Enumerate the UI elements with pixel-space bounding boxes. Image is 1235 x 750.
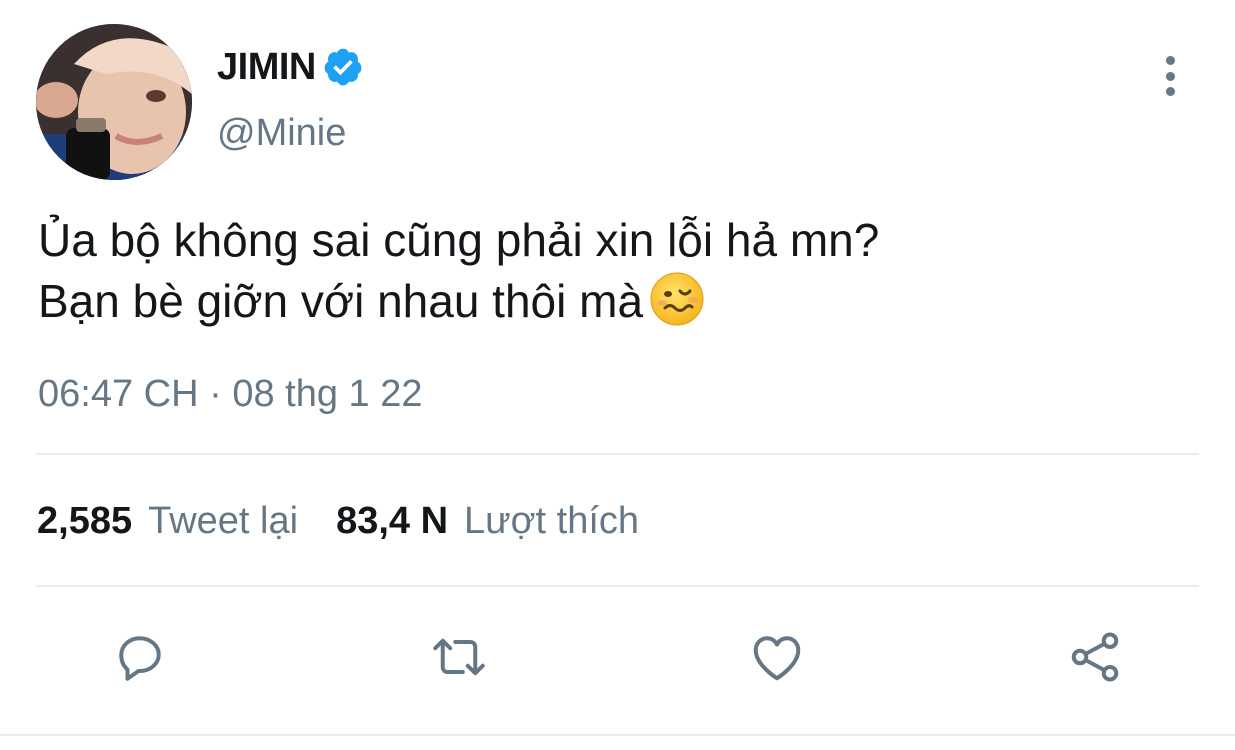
avatar[interactable] xyxy=(36,24,192,180)
retweets-count: 2,585 xyxy=(37,500,133,542)
divider xyxy=(36,585,1199,587)
tweet-text-line: Ủa bộ không sai cũng phải xin lỗi hả mn? xyxy=(38,214,880,266)
tweet-text-line-2: Bạn bè giỡn với nhau thôi mà xyxy=(38,271,879,332)
tweet-timestamp[interactable]: 06:47 CH · 08 thg 1 22 xyxy=(38,373,423,416)
display-name[interactable]: JIMIN xyxy=(217,46,316,89)
more-options-icon[interactable] xyxy=(1150,52,1190,100)
divider xyxy=(36,453,1199,455)
reply-icon[interactable] xyxy=(107,624,173,690)
like-icon[interactable] xyxy=(744,624,810,690)
share-icon[interactable] xyxy=(1062,624,1128,690)
tweet-time: 06:47 CH xyxy=(38,373,199,415)
author-name-row[interactable]: JIMIN xyxy=(217,44,364,90)
woozy-face-emoji-icon xyxy=(649,271,705,327)
retweets-label: Tweet lại xyxy=(148,500,299,542)
verified-badge-icon xyxy=(322,46,364,88)
retweets-stat[interactable]: 2,585 Tweet lại xyxy=(37,500,298,543)
tweet-text: Ủa bộ không sai cũng phải xin lỗi hả mn?… xyxy=(38,210,879,332)
tweet-date: 08 thg 1 22 xyxy=(232,373,423,415)
more-dot xyxy=(1165,87,1175,96)
tweet-stats: 2,585 Tweet lại 83,4 N Lượt thích xyxy=(37,500,639,543)
tweet-detail: JIMIN @Minie Ủa bộ không sai cũng phải x… xyxy=(0,0,1235,750)
more-dot xyxy=(1165,56,1175,65)
tweet-text-line: Bạn bè giỡn với nhau thôi mà xyxy=(38,275,644,327)
divider xyxy=(0,734,1235,736)
more-dot xyxy=(1165,71,1175,81)
likes-label: Lượt thích xyxy=(464,500,640,542)
retweet-icon[interactable] xyxy=(426,624,492,690)
likes-stat[interactable]: 83,4 N Lượt thích xyxy=(336,500,639,543)
likes-count: 83,4 N xyxy=(336,500,449,542)
meta-separator: · xyxy=(209,373,222,415)
handle[interactable]: @Minie xyxy=(217,112,346,155)
